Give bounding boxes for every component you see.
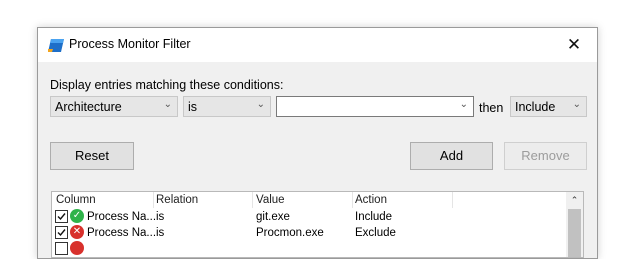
chevron-down-icon: ⌄ xyxy=(459,99,468,110)
row-relation: is xyxy=(156,227,165,239)
process-monitor-app-icon xyxy=(48,39,64,52)
column-select-value: Architecture xyxy=(55,100,122,114)
window-title: Process Monitor Filter xyxy=(69,37,191,51)
value-input[interactable]: ⌄ xyxy=(276,96,474,117)
row-checkbox[interactable] xyxy=(55,226,68,239)
header-divider xyxy=(352,192,353,208)
row-column: Process Na... xyxy=(87,227,157,239)
title-bar: Process Monitor Filter ✕ xyxy=(38,28,597,62)
row-relation: is xyxy=(156,211,165,223)
chevron-down-icon: ⌄ xyxy=(572,99,581,110)
row-checkbox[interactable] xyxy=(55,242,68,255)
row-action: Exclude xyxy=(355,227,396,239)
close-icon: ✕ xyxy=(566,35,582,54)
reset-button[interactable]: Reset xyxy=(50,142,134,170)
then-label: then xyxy=(479,101,504,115)
list-item-partial[interactable] xyxy=(52,241,567,257)
vertical-scrollbar[interactable]: ⌃ xyxy=(566,192,583,257)
exclude-x-icon: ✕ xyxy=(70,225,84,239)
relation-select-value: is xyxy=(188,100,198,114)
filter-rules-list[interactable]: Column Relation Value Action ✓ Process N… xyxy=(51,191,584,258)
remove-button[interactable]: Remove xyxy=(504,142,587,170)
row-value: Procmon.exe xyxy=(256,227,324,239)
row-action: Include xyxy=(355,211,393,223)
scroll-up-icon[interactable]: ⌃ xyxy=(566,195,583,206)
chevron-down-icon: ⌄ xyxy=(163,99,172,110)
add-button[interactable]: Add xyxy=(410,142,493,170)
row-checkbox[interactable] xyxy=(55,210,68,223)
action-select-value: Include xyxy=(515,100,556,114)
checkmark-icon xyxy=(57,213,66,221)
close-button[interactable]: ✕ xyxy=(551,28,597,62)
action-select[interactable]: Include ⌄ xyxy=(510,96,587,117)
checkmark-icon xyxy=(57,229,66,237)
column-header-action[interactable]: Action xyxy=(355,194,387,206)
chevron-down-icon: ⌄ xyxy=(256,99,265,110)
scrollbar-thumb[interactable] xyxy=(568,209,581,257)
filter-dialog: Process Monitor Filter ✕ Display entries… xyxy=(37,27,598,259)
conditions-prompt: Display entries matching these condition… xyxy=(50,78,284,92)
column-header-column[interactable]: Column xyxy=(56,194,96,206)
row-value: git.exe xyxy=(256,211,290,223)
column-header-value[interactable]: Value xyxy=(256,194,285,206)
relation-select[interactable]: is ⌄ xyxy=(183,96,271,117)
include-check-icon: ✓ xyxy=(70,209,84,223)
header-divider xyxy=(153,192,154,208)
column-select[interactable]: Architecture ⌄ xyxy=(50,96,178,117)
row-column: Process Na... xyxy=(87,211,157,223)
column-header-relation[interactable]: Relation xyxy=(156,194,198,206)
exclude-x-icon xyxy=(70,241,84,255)
header-divider xyxy=(452,192,453,208)
list-item[interactable]: ✓ Process Na... is git.exe Include xyxy=(52,209,567,225)
header-divider xyxy=(252,192,253,208)
list-item[interactable]: ✕ Process Na... is Procmon.exe Exclude xyxy=(52,225,567,241)
